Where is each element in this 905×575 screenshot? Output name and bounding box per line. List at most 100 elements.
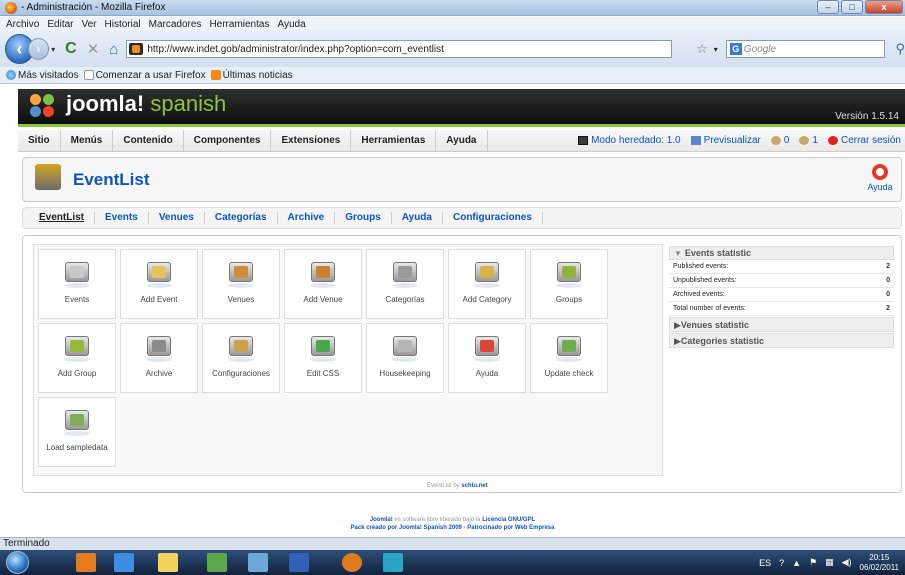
app-taskbar-icon[interactable] [383,553,403,572]
network-tray-icon[interactable]: ▦ [825,557,834,568]
menu-marcadores[interactable]: Marcadores [149,19,202,30]
folder-icon[interactable] [158,553,178,572]
logout-link[interactable]: Cerrar sesión [827,135,901,146]
tab-archive[interactable]: Archive [278,212,336,224]
venues-statistic-header[interactable]: ▶Venues statistic [669,317,894,332]
tab-configuraciones[interactable]: Configuraciones [443,212,543,224]
add-group-icon [65,336,89,356]
tile-load-sampledata[interactable]: Load sampledata [38,397,116,467]
messages-count[interactable]: 0 [770,135,789,146]
statistics-panel: ▼ Events statistic Published events: 2 Unp… [669,246,894,348]
clock[interactable]: 20:15 06/02/2011 [860,553,899,573]
events-statistic-header[interactable]: ▼ Events statistic [669,246,894,260]
stop-icon[interactable]: ✕ [87,40,100,58]
groups-icon [557,262,581,282]
firefox-taskbar-icon[interactable] [342,553,362,572]
tile-ayuda[interactable]: Ayuda [448,323,526,393]
tile-housekeeping[interactable]: Housekeeping [366,323,444,393]
flag-icon[interactable]: ⚑ [809,557,817,568]
footer-pack-link[interactable]: Pack creado por Joomla! Spanish 2009 - P… [351,525,555,531]
internet-explorer-icon[interactable] [114,553,134,572]
tile-label: Configuraciones [212,369,270,378]
menu-archivo[interactable]: Archivo [6,19,39,30]
bookmark-latest-news[interactable]: Últimas noticias [210,70,293,81]
tile-label: Housekeeping [379,369,431,378]
tile-add-event[interactable]: Add Event [120,249,198,319]
minimize-button[interactable]: – [817,0,839,14]
lifebuoy-icon [872,164,888,180]
system-tray: ES ? ▲ ⚑ ▦ ◀) 20:15 06/02/2011 [753,550,905,575]
categor-as-icon [393,262,417,282]
language-indicator[interactable]: ES [759,558,771,568]
messenger-icon[interactable] [207,553,227,572]
forward-button[interactable]: › [27,38,50,60]
navigation-toolbar: ‹ › ▾ C ✕ ⌂ http://www.indet.gob/adminis… [0,31,905,67]
tile-edit-css[interactable]: Edit CSS [284,323,362,393]
menu-ver[interactable]: Ver [81,19,96,30]
admin-menu-componentes[interactable]: Componentes [184,129,272,152]
volume-icon[interactable]: ◀) [842,557,852,568]
joomla-logo-icon [30,94,56,118]
tile-venues[interactable]: Venues [202,249,280,319]
maximize-button[interactable]: □ [841,0,863,14]
tab-ayuda[interactable]: Ayuda [392,212,443,224]
tile-update-check[interactable]: Update check [530,323,608,393]
bookmark-getting-started[interactable]: Comenzar a usar Firefox [83,70,206,81]
search-input[interactable]: G Google [725,40,886,58]
menu-historial[interactable]: Historial [105,19,141,30]
tile-add-group[interactable]: Add Group [38,323,116,393]
admin-menu-contenido[interactable]: Contenido [113,129,184,152]
tab-events[interactable]: Events [95,212,149,224]
close-button[interactable]: x [865,0,903,14]
tile-label: Add Group [57,369,97,378]
network-icon[interactable] [248,553,268,572]
admin-menu-herramientas[interactable]: Herramientas [351,129,437,152]
events-icon [65,262,89,282]
categories-statistic-header[interactable]: ▶Categories statistic [669,333,894,348]
bookmark-most-visited[interactable]: Más visitados [6,70,79,81]
media-player-icon[interactable] [76,553,96,572]
url-bar[interactable]: http://www.indet.gob/administrator/index… [126,40,673,58]
admin-menu-ayuda[interactable]: Ayuda [436,129,488,152]
tab-venues[interactable]: Venues [149,212,205,224]
tile-events[interactable]: Events [38,249,116,319]
history-dropdown-icon[interactable]: ▾ [51,45,55,54]
tile-archive[interactable]: Archive [120,323,198,393]
bookmark-star-icon[interactable]: ☆ [696,41,708,57]
tab-categorias[interactable]: Categorías [205,212,278,224]
show-hidden-icons[interactable]: ▲ [792,558,801,568]
admin-menu-extensiones[interactable]: Extensiones [271,129,352,152]
browser-statusbar: Terminado [0,537,905,550]
url-dropdown-icon[interactable]: ▾ [714,45,718,54]
admin-menu-menus[interactable]: Menús [61,129,114,152]
tab-eventlist[interactable]: EventList [29,212,96,224]
word-icon[interactable] [289,553,309,572]
tile-label: Add Category [462,295,512,304]
preview-link[interactable]: Previsualizar [690,135,761,146]
menu-herramientas[interactable]: Herramientas [209,19,269,30]
help-button[interactable]: Ayuda [865,164,895,192]
menu-editar[interactable]: Editar [47,19,73,30]
legacy-mode-link[interactable]: Modo heredado: 1.0 [578,135,681,146]
component-toolbar: EventList Ayuda [22,157,902,202]
submenu-tabs: EventList Events Venues Categorías Archi… [22,207,902,229]
tile-add-category[interactable]: Add Category [448,249,526,319]
google-icon[interactable]: G [729,43,742,55]
help-tray-icon[interactable]: ? [779,558,784,568]
tile-add-venue[interactable]: Add Venue [284,249,362,319]
reload-icon[interactable]: C [65,40,77,58]
tile-configuraciones[interactable]: Configuraciones [202,323,280,393]
admin-menu-sitio[interactable]: Sitio [18,129,61,152]
tile-groups[interactable]: Groups [530,249,608,319]
credit-link[interactable]: schlu.net [461,483,487,489]
search-icon[interactable]: ⚲ [895,41,905,57]
tab-groups[interactable]: Groups [335,212,392,224]
logout-icon [827,135,838,145]
home-icon[interactable]: ⌂ [109,41,118,58]
menu-ayuda[interactable]: Ayuda [277,19,305,30]
footer-license-link[interactable]: Licencia GNU/GPL [482,517,535,523]
footer-joomla-link[interactable]: Joomla! [370,517,393,523]
tile-categor-as[interactable]: Categorías [366,249,444,319]
tile-label: Edit CSS [306,369,340,378]
start-button[interactable] [6,551,29,574]
